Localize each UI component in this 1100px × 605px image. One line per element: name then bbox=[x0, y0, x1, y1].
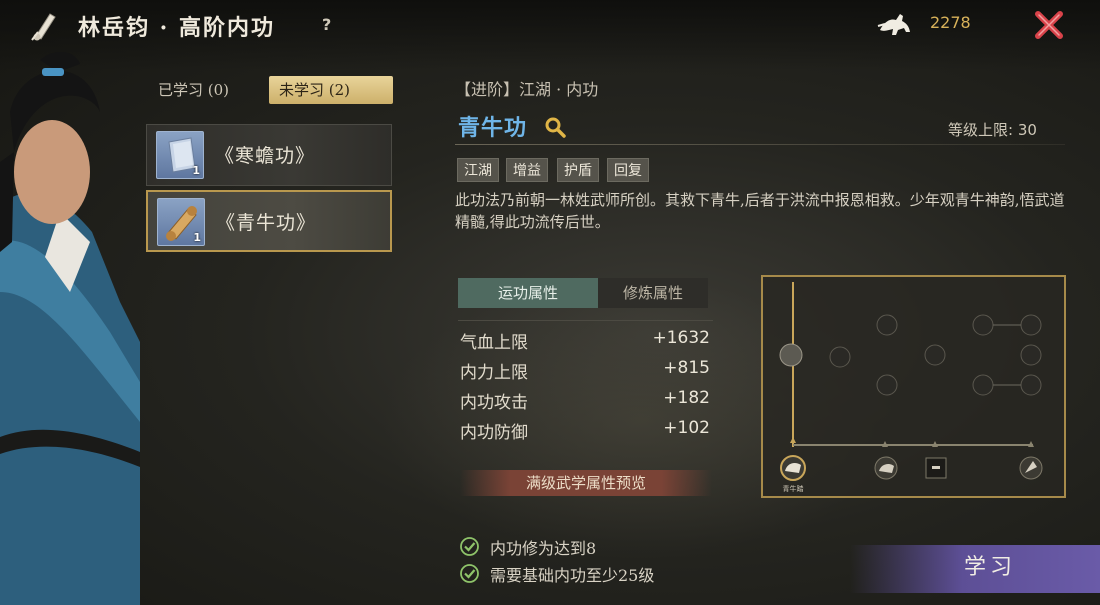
requirement-text: 内功修为达到8 bbox=[490, 539, 597, 558]
attribute-row: 内功防御 +102 bbox=[460, 418, 712, 444]
attribute-row: 内功攻击 +182 bbox=[460, 388, 712, 414]
track-marker bbox=[790, 437, 796, 443]
attribute-value: +102 bbox=[663, 418, 710, 438]
skill-name: 《青牛功》 bbox=[216, 212, 317, 234]
skill-item-qingniu[interactable]: 1 《青牛功》 bbox=[146, 190, 392, 252]
check-icon bbox=[460, 564, 479, 583]
skill-tree-svg: 青牛踏 bbox=[779, 282, 1043, 493]
manual-scroll-icon: 1 bbox=[157, 198, 205, 246]
attribute-row: 内力上限 +815 bbox=[460, 358, 712, 384]
learn-button[interactable]: 学习 bbox=[850, 545, 1100, 593]
skill-category: 【进阶】江湖 · 内功 bbox=[455, 80, 599, 99]
horse-currency-icon bbox=[877, 14, 910, 35]
attribute-value: +815 bbox=[663, 358, 710, 378]
attribute-label: 内功攻击 bbox=[460, 393, 528, 413]
divider bbox=[455, 144, 1065, 145]
page-title: 林岳钧 · 高阶内功 bbox=[78, 15, 275, 41]
skill-node bbox=[972, 374, 994, 396]
skill-node bbox=[1020, 344, 1042, 366]
attribute-row: 气血上限 +1632 bbox=[460, 328, 712, 354]
tag: 回复 bbox=[607, 158, 649, 182]
help-icon[interactable]: ? bbox=[322, 15, 331, 34]
attribute-value: +182 bbox=[663, 388, 710, 408]
character-portrait bbox=[0, 51, 140, 605]
attribute-label: 内功防御 bbox=[460, 423, 528, 443]
milestone-bar-icon bbox=[932, 466, 940, 469]
header: 林岳钧 · 高阶内功 ? 2278 bbox=[0, 0, 1100, 50]
skill-node bbox=[876, 314, 898, 336]
tab-training-attributes[interactable]: 修炼属性 bbox=[598, 278, 708, 308]
skill-tree-graph[interactable]: 青牛踏 bbox=[761, 275, 1066, 498]
skill-node bbox=[1020, 314, 1042, 336]
skill-description: 此功法乃前朝一林姓武师所创。其救下青牛,后者于洪流中报恩相救。少年观青牛神韵,悟… bbox=[455, 191, 1065, 231]
attribute-label: 气血上限 bbox=[460, 333, 528, 353]
close-button[interactable] bbox=[1032, 8, 1066, 42]
skill-item-hanchan[interactable]: 1 《寒蟾功》 bbox=[146, 124, 392, 186]
tag: 江湖 bbox=[457, 158, 499, 182]
tab-combat-attributes[interactable]: 运功属性 bbox=[458, 278, 598, 308]
skill-count: 1 bbox=[193, 231, 201, 244]
skill-count: 1 bbox=[192, 164, 200, 177]
manual-book-icon: 1 bbox=[156, 131, 204, 179]
divider bbox=[458, 320, 713, 321]
skill-name: 《寒蟾功》 bbox=[215, 145, 316, 167]
scroll-icon bbox=[31, 13, 56, 41]
skill-node bbox=[779, 343, 803, 367]
skill-node bbox=[876, 374, 898, 396]
max-level-preview-button[interactable]: 满级武学属性预览 bbox=[460, 470, 712, 496]
currency-value: 2278 bbox=[930, 13, 971, 32]
skill-node bbox=[1020, 374, 1042, 396]
tag: 增益 bbox=[506, 158, 548, 182]
skill-node bbox=[972, 314, 994, 336]
tag: 护盾 bbox=[557, 158, 599, 182]
attribute-label: 内力上限 bbox=[460, 363, 528, 383]
check-icon bbox=[460, 537, 479, 556]
level-limit: 等级上限: 30 bbox=[948, 121, 1037, 139]
milestone-label: 青牛踏 bbox=[783, 484, 804, 493]
skill-node bbox=[924, 344, 946, 366]
tab-unlearned[interactable]: 未学习 (2) bbox=[269, 76, 393, 104]
magnifier-icon[interactable] bbox=[544, 116, 566, 138]
requirement-text: 需要基础内功至少25级 bbox=[490, 566, 655, 585]
tab-learned[interactable]: 已学习 (0) bbox=[148, 76, 239, 104]
skill-node bbox=[829, 346, 851, 368]
skill-title: 青牛功 bbox=[458, 115, 528, 141]
attribute-value: +1632 bbox=[652, 328, 710, 348]
